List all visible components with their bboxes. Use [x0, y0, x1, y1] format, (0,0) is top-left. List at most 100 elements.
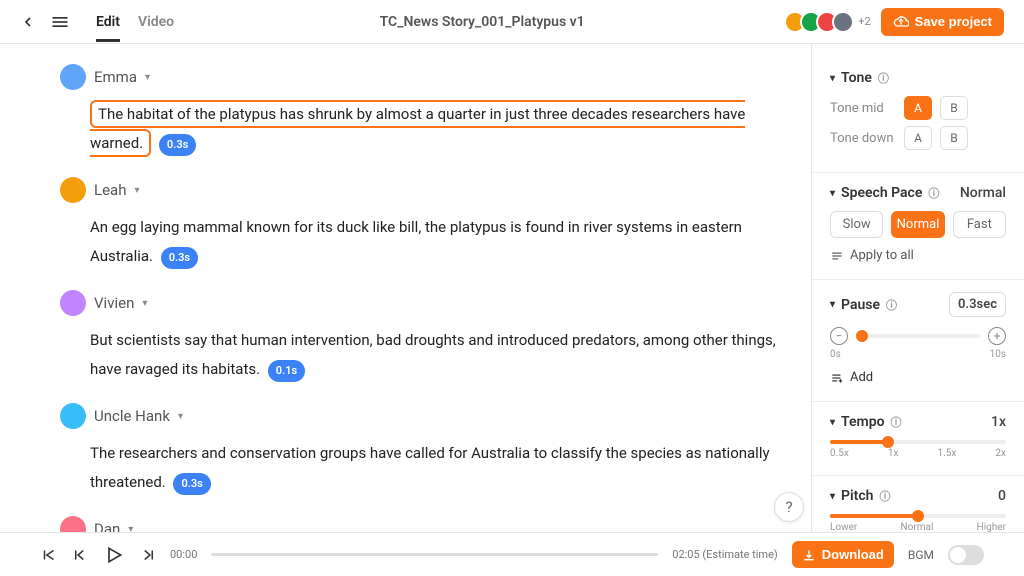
- scale-label: 1x: [888, 448, 899, 459]
- speaker-selector[interactable]: Leah▾: [60, 177, 777, 203]
- menu-button[interactable]: [50, 12, 70, 32]
- collapse-icon[interactable]: ▾: [830, 491, 835, 502]
- collapse-icon[interactable]: ▾: [830, 73, 835, 84]
- tone-down-a-button[interactable]: A: [904, 126, 932, 150]
- tone-mid-a-button[interactable]: A: [904, 96, 932, 120]
- current-time: 00:00: [170, 548, 197, 561]
- avatar: [60, 516, 86, 532]
- avatar: [832, 11, 854, 33]
- speaker-block: Dan▾According to the team from the Unive…: [60, 516, 777, 532]
- pitch-slider[interactable]: [830, 514, 1006, 518]
- tone-down-b-button[interactable]: B: [940, 126, 968, 150]
- scale-label: Higher: [977, 522, 1006, 532]
- save-label: Save project: [915, 14, 992, 29]
- info-icon[interactable]: ⓘ: [879, 488, 890, 504]
- scale-label: Normal: [901, 522, 934, 532]
- speaker-selector[interactable]: Emma ▾: [60, 64, 777, 90]
- speaker-selector[interactable]: Uncle Hank▾: [60, 403, 777, 429]
- speaker-block: Uncle Hank▾ The researchers and conservat…: [60, 403, 777, 496]
- add-pause-button[interactable]: Add: [830, 370, 1006, 385]
- progress-slider[interactable]: [211, 553, 658, 556]
- speaker-name: Uncle Hank: [94, 407, 170, 425]
- play-button[interactable]: [104, 545, 124, 565]
- speaker-block: Emma ▾ The habitat of the platypus has shr…: [60, 64, 777, 157]
- bgm-toggle[interactable]: [948, 545, 984, 565]
- chevron-down-icon: ▾: [128, 524, 133, 533]
- collapse-icon[interactable]: ▾: [830, 299, 835, 310]
- pause-pill[interactable]: 0.3s: [159, 134, 196, 157]
- tone-down-label: Tone down: [830, 131, 896, 146]
- speech-pace-panel: ▾ Speech Pace ⓘ Normal Slow Normal Fast …: [812, 173, 1024, 280]
- pause-value[interactable]: 0.3sec: [949, 292, 1006, 317]
- speaker-name: Emma: [94, 68, 137, 86]
- scale-label: Lower: [830, 522, 857, 532]
- script-line[interactable]: The researchers and conservation groups …: [60, 439, 777, 496]
- info-icon[interactable]: ⓘ: [928, 185, 939, 201]
- pause-slider[interactable]: [856, 334, 980, 338]
- info-icon[interactable]: ⓘ: [891, 414, 902, 430]
- avatar: [60, 177, 86, 203]
- minus-icon[interactable]: −: [830, 327, 848, 345]
- pitch-value: 0: [998, 488, 1006, 504]
- app-header: Edit Video TC_News Story_001_Platypus v1…: [0, 0, 1024, 44]
- speaker-name: Vivien: [94, 294, 134, 312]
- script-line[interactable]: But scientists say that human interventi…: [60, 326, 777, 383]
- scale-label: 10s: [990, 349, 1006, 360]
- prev-button[interactable]: [72, 546, 90, 564]
- next-button[interactable]: [138, 546, 156, 564]
- panel-title: Pitch: [841, 488, 873, 504]
- download-button[interactable]: Download: [792, 541, 894, 568]
- mode-tabs: Edit Video: [96, 2, 174, 42]
- project-title: TC_News Story_001_Platypus v1: [174, 14, 790, 30]
- skip-start-button[interactable]: [40, 546, 58, 564]
- script-canvas[interactable]: Emma ▾ The habitat of the platypus has shr…: [0, 44, 812, 532]
- list-icon: [830, 249, 844, 263]
- pace-value: Normal: [960, 185, 1006, 201]
- collapse-icon[interactable]: ▾: [830, 417, 835, 428]
- text-clause[interactable]: But scientists say that human interventi…: [90, 331, 776, 378]
- chevron-down-icon: ▾: [145, 72, 150, 83]
- properties-sidebar: ▾ Tone ⓘ Tone mid A B Tone down A B ▾ Sp…: [812, 44, 1024, 532]
- scale-label: 0s: [830, 349, 841, 360]
- script-line[interactable]: The habitat of the platypus has shrunk b…: [60, 100, 777, 157]
- pace-slow-button[interactable]: Slow: [830, 211, 883, 238]
- add-label: Add: [850, 370, 873, 385]
- header-right: +2 Save project: [790, 8, 1004, 36]
- collaborator-avatars[interactable]: +2: [790, 11, 870, 33]
- info-icon[interactable]: ⓘ: [886, 297, 897, 313]
- pause-pill[interactable]: 0.3s: [161, 247, 198, 270]
- tone-panel: ▾ Tone ⓘ Tone mid A B Tone down A B: [812, 58, 1024, 173]
- tab-video[interactable]: Video: [138, 2, 174, 42]
- back-button[interactable]: [20, 14, 36, 30]
- tone-mid-b-button[interactable]: B: [940, 96, 968, 120]
- chevron-down-icon: ▾: [142, 298, 147, 309]
- panel-title: Pause: [841, 297, 880, 313]
- avatar-count: +2: [858, 15, 870, 28]
- speaker-block: Leah▾ An egg laying mammal known for its …: [60, 177, 777, 270]
- save-project-button[interactable]: Save project: [881, 8, 1004, 36]
- bgm-label: BGM: [908, 548, 934, 562]
- main-area: Emma ▾ The habitat of the platypus has shr…: [0, 44, 1024, 532]
- pace-fast-button[interactable]: Fast: [953, 211, 1006, 238]
- speaker-selector[interactable]: Dan▾: [60, 516, 777, 532]
- tab-edit[interactable]: Edit: [96, 2, 120, 42]
- collapse-icon[interactable]: ▾: [830, 188, 835, 199]
- speaker-block: Vivien ▾ But scientists say that human in…: [60, 290, 777, 383]
- pause-pill[interactable]: 0.3s: [173, 473, 210, 496]
- apply-to-all-button[interactable]: Apply to all: [830, 248, 1006, 263]
- help-button[interactable]: ?: [774, 492, 804, 522]
- tempo-value: 1x: [991, 414, 1006, 430]
- pause-pill[interactable]: 0.1s: [268, 360, 305, 383]
- speaker-name: Leah: [94, 181, 126, 199]
- script-line[interactable]: An egg laying mammal known for its duck …: [60, 213, 777, 270]
- panel-title: Tempo: [841, 414, 884, 430]
- pace-normal-button[interactable]: Normal: [891, 211, 944, 238]
- avatar: [60, 290, 86, 316]
- info-icon[interactable]: ⓘ: [878, 70, 889, 86]
- playbar: 00:00 02:05 (Estimate time) Download BGM: [0, 532, 1024, 576]
- header-left: Edit Video: [20, 2, 174, 42]
- speaker-selector[interactable]: Vivien ▾: [60, 290, 777, 316]
- download-label: Download: [822, 547, 884, 562]
- tempo-slider[interactable]: [830, 440, 1006, 444]
- plus-icon[interactable]: +: [988, 327, 1006, 345]
